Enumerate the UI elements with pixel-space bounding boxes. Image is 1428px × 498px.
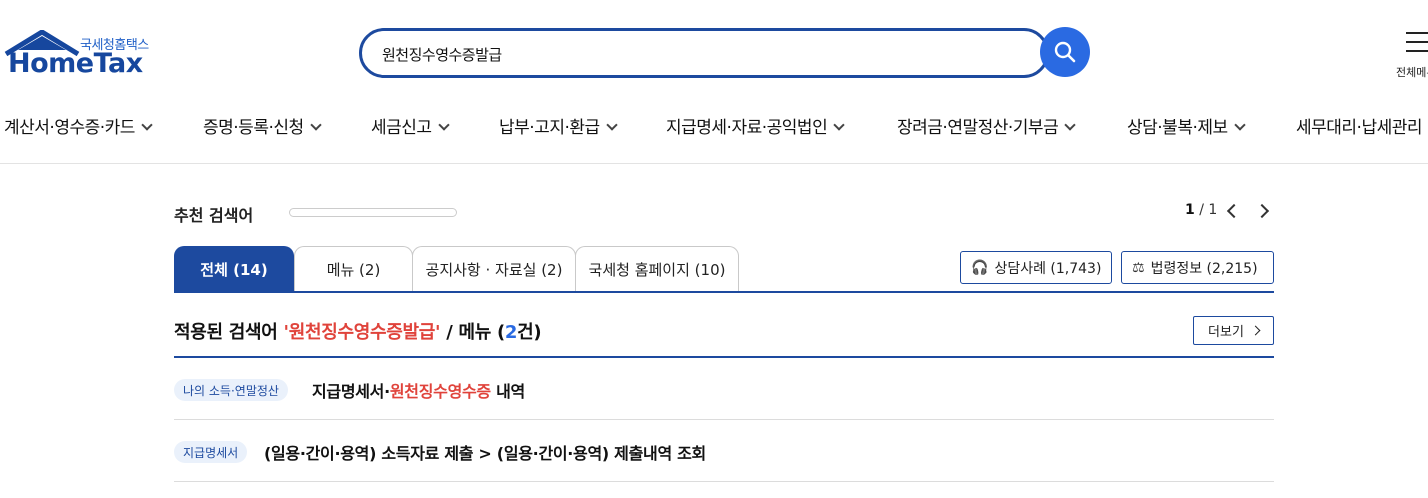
chevron-down-icon [833,119,845,131]
chevron-left-icon[interactable] [1226,203,1242,219]
all-menu-label: 전체메뉴 [1396,66,1428,79]
tab-notice[interactable]: 공지사항 · 자료실 (2) [412,246,576,292]
law-info-button[interactable]: ⚖ 법령정보 (2,215) [1121,251,1274,284]
search-query-text: 원천징수영수증발급 [382,46,502,64]
result-title-post: 내역 [490,382,525,401]
category-tag: 나의 소득·연말정산 [174,379,288,401]
gnb-item-payment[interactable]: 납부·고지·환급 [499,113,618,138]
chevron-down-icon [437,119,450,131]
law-info-label: 법령정보 (2,215) [1150,260,1258,277]
gnb-label: 증명·등록·신청 [203,118,304,138]
result-title[interactable]: (일용·간이·용역) 소득자료 제출 > (일용·간이·용역) 제출내역 조회 [264,440,706,464]
recommended-title: 추천 검색어 [174,206,254,225]
applied-search-heading: 적용된 검색어 '원천징수영수증발급' / 메뉴 (2건) [174,318,542,344]
more-label: 더보기 [1208,325,1244,340]
tab-nts-homepage[interactable]: 국세청 홈페이지 (10) [575,246,739,292]
gnb-label: 상담·불복·제보 [1127,118,1228,138]
category-tag: 지급명세서 [174,441,248,463]
pager-separator: / [1194,202,1209,218]
gnb-label: 지급명세·자료·공익법인 [666,118,828,138]
global-nav: 계산서·영수증·카드 증명·등록·신청 세금신고 납부·고지·환급 지급명세·자… [0,100,1428,164]
gnb-label: 계산서·영수증·카드 [4,118,135,138]
chevron-right-icon [1250,325,1261,336]
search-button[interactable] [1040,27,1090,77]
chevron-right-icon[interactable] [1254,203,1270,219]
result-title[interactable]: 지급명세서·원천징수영수증 내역 [312,378,525,402]
headset-icon: 🎧 [971,259,989,276]
recommended-pager: 1 / 1 [1185,202,1217,218]
chevron-down-icon [309,119,322,131]
gnb-item-tax-report[interactable]: 세금신고 [371,113,450,138]
search-input[interactable]: 원천징수영수증발급 [359,28,1049,78]
tab-menu[interactable]: 메뉴 (2) [294,246,413,292]
gnb-item-invoice[interactable]: 계산서·영수증·카드 [4,113,153,138]
chevron-down-icon [605,119,618,131]
chevron-down-icon [141,119,153,131]
gnb-label: 장려금·연말정산·기부금 [897,118,1059,138]
gnb-item-statement[interactable]: 지급명세·자료·공익법인 [666,113,845,138]
hometax-logo[interactable]: 국세청홈택스 HomeTax [4,30,164,82]
applied-middle: / 메뉴 ( [440,322,505,343]
result-item[interactable]: 나의 소득·연말정산 지급명세서·원천징수영수증 내역 [174,358,1274,420]
logo-text: HomeTax [8,48,143,79]
gnb-label: 세무대리·납세관리 [1296,118,1423,138]
gnb-item-certificate[interactable]: 증명·등록·신청 [203,113,322,138]
chevron-down-icon [1064,119,1076,131]
gnb-item-consult[interactable]: 상담·불복·제보 [1127,113,1246,138]
gnb-label: 납부·고지·환급 [499,118,600,138]
chevron-down-icon [1233,119,1246,131]
gnb-item-incentive[interactable]: 장려금·연말정산·기부금 [897,113,1076,138]
tab-all[interactable]: 전체 (14) [174,246,294,292]
gnb-item-agent[interactable]: 세무대리·납세관리 [1296,113,1423,138]
result-title-pre: 지급명세서· [312,382,390,401]
more-button[interactable]: 더보기 [1193,316,1274,345]
applied-suffix: 건) [517,322,542,343]
consult-cases-label: 상담사례 (1,743) [994,260,1102,277]
hamburger-icon [1406,32,1428,59]
result-item[interactable]: 지급명세서 (일용·간이·용역) 소득자료 제출 > (일용·간이·용역) 제출… [174,420,1274,482]
result-title-highlight: 원천징수영수증 [389,382,491,401]
applied-prefix: 적용된 검색어 [174,322,284,343]
applied-count: 2 [504,322,518,343]
applied-keyword: '원천징수영수증발급' [283,322,441,343]
pager-total: 1 [1208,202,1218,218]
all-menu-button[interactable]: 전체메뉴 [1394,28,1428,79]
gavel-icon: ⚖ [1132,259,1145,276]
pager-current: 1 [1185,202,1195,218]
tab-divider [174,291,1274,293]
result-title-pre: (일용·간이·용역) 소득자료 제출 > (일용·간이·용역) 제출내역 조회 [264,444,706,463]
gnb-label: 세금신고 [371,118,432,138]
recommended-keyword-track [289,208,457,217]
consult-cases-button[interactable]: 🎧 상담사례 (1,743) [960,251,1112,284]
search-icon [1054,41,1076,63]
